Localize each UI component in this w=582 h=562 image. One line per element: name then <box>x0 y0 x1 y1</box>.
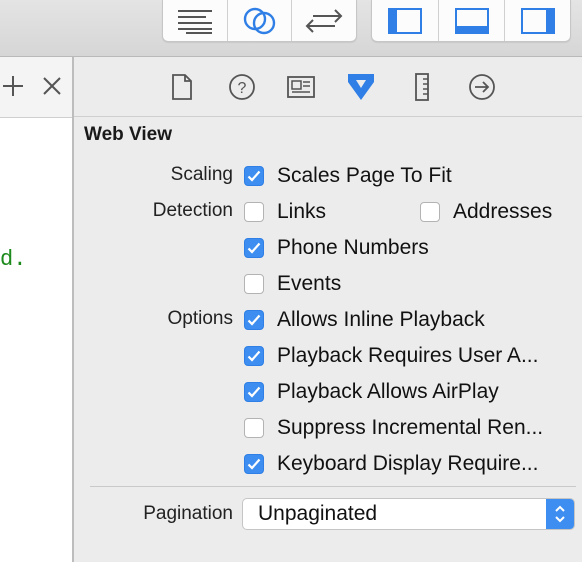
scales-page-to-fit-checkbox[interactable]: Scales Page To Fit <box>244 162 452 190</box>
debug-area-toggle-button[interactable] <box>438 0 504 41</box>
view-toggle-segmented-control <box>371 0 571 42</box>
section-title: Web View <box>84 124 172 145</box>
editor-mode-segmented-control <box>162 0 357 42</box>
tab-size-inspector[interactable] <box>406 71 438 103</box>
suppress-incremental-rendering-checkbox[interactable]: Suppress Incremental Ren... <box>244 414 578 442</box>
checkbox-label: Suppress Incremental Ren... <box>277 416 544 439</box>
attributes-inspector-icon <box>348 74 374 100</box>
checkbox-box[interactable] <box>244 346 264 366</box>
checkbox-label: Allows Inline Playback <box>277 308 485 331</box>
checkmark-icon <box>247 386 261 398</box>
checkmark-icon <box>247 314 261 326</box>
version-editor-icon <box>305 8 342 33</box>
navigator-toggle-button[interactable] <box>372 0 438 41</box>
size-inspector-icon <box>415 73 429 101</box>
plus-icon <box>3 76 23 96</box>
checkbox-box[interactable] <box>244 382 264 402</box>
options-label: Options <box>167 308 233 329</box>
checkbox-label: Playback Allows AirPlay <box>277 380 499 403</box>
close-icon <box>43 77 61 95</box>
up-down-chevron-icon <box>555 505 565 523</box>
checkbox-box[interactable] <box>244 418 264 438</box>
tab-file-inspector[interactable] <box>166 71 198 103</box>
tab-quick-help[interactable]: ? <box>226 71 258 103</box>
detection-events-checkbox[interactable]: Events <box>244 270 341 298</box>
tab-connections-inspector[interactable] <box>466 71 498 103</box>
scaling-label: Scaling <box>170 164 233 185</box>
code-editor-pane: d. <box>0 57 72 562</box>
assistant-editor-button[interactable] <box>227 0 291 41</box>
checkmark-icon <box>247 458 261 470</box>
checkbox-box[interactable] <box>244 166 264 186</box>
pagination-popup-button[interactable]: Unpaginated <box>242 498 575 530</box>
playback-requires-user-action-checkbox[interactable]: Playback Requires User A... <box>244 342 578 370</box>
checkbox-label: Links <box>277 200 327 223</box>
checkmark-icon <box>247 170 261 182</box>
checkmark-icon <box>247 242 261 254</box>
tab-identity-inspector[interactable] <box>285 71 317 103</box>
code-text[interactable]: d. <box>0 247 26 272</box>
utilities-toggle-button[interactable] <box>504 0 570 41</box>
editor-jump-bar <box>0 57 72 118</box>
svg-text:?: ? <box>238 80 247 97</box>
debug-area-toggle-icon <box>454 7 489 34</box>
playback-allows-airplay-checkbox[interactable]: Playback Allows AirPlay <box>244 378 578 406</box>
section-divider <box>90 486 576 487</box>
popup-arrows[interactable] <box>546 499 574 529</box>
detection-label: Detection <box>152 200 233 221</box>
quick-help-icon: ? <box>229 74 255 100</box>
checkbox-box[interactable] <box>420 202 440 222</box>
checkbox-label: Events <box>277 272 342 295</box>
tab-attributes-inspector[interactable] <box>345 71 377 103</box>
checkbox-box[interactable] <box>244 310 264 330</box>
detection-phone-numbers-checkbox[interactable]: Phone Numbers <box>244 234 429 262</box>
file-inspector-icon <box>172 74 192 100</box>
connections-inspector-icon <box>469 74 495 100</box>
attributes-inspector-panel: ? Web View Scaling Scales Page To Fit De… <box>74 57 582 562</box>
inspector-tab-bar: ? <box>74 57 582 117</box>
checkbox-label: Keyboard Display Require... <box>277 452 539 475</box>
navigator-toggle-icon <box>388 7 422 34</box>
checkbox-box[interactable] <box>244 274 264 294</box>
detection-addresses-checkbox[interactable]: Addresses <box>420 198 552 226</box>
detection-links-checkbox[interactable]: Links <box>244 198 326 226</box>
checkbox-label: Playback Requires User A... <box>277 344 539 367</box>
checkbox-label: Phone Numbers <box>277 236 429 259</box>
checkbox-label: Scales Page To Fit <box>277 164 452 187</box>
pagination-value: Unpaginated <box>258 502 378 525</box>
utilities-toggle-icon <box>520 7 555 34</box>
checkmark-icon <box>247 350 261 362</box>
keyboard-display-requires-user-action-checkbox[interactable]: Keyboard Display Require... <box>244 450 578 478</box>
assistant-editor-icon <box>243 7 275 34</box>
window-toolbar <box>0 0 582 57</box>
checkbox-box[interactable] <box>244 238 264 258</box>
pagination-label: Pagination <box>143 503 233 524</box>
identity-inspector-icon <box>287 76 315 98</box>
checkbox-label: Addresses <box>453 200 553 223</box>
standard-editor-icon <box>178 9 212 34</box>
standard-editor-button[interactable] <box>163 0 227 41</box>
add-editor-button[interactable] <box>0 73 26 99</box>
checkbox-box[interactable] <box>244 454 264 474</box>
close-editor-button[interactable] <box>39 73 65 99</box>
allows-inline-playback-checkbox[interactable]: Allows Inline Playback <box>244 306 578 334</box>
checkbox-box[interactable] <box>244 202 264 222</box>
version-editor-button[interactable] <box>291 0 355 41</box>
